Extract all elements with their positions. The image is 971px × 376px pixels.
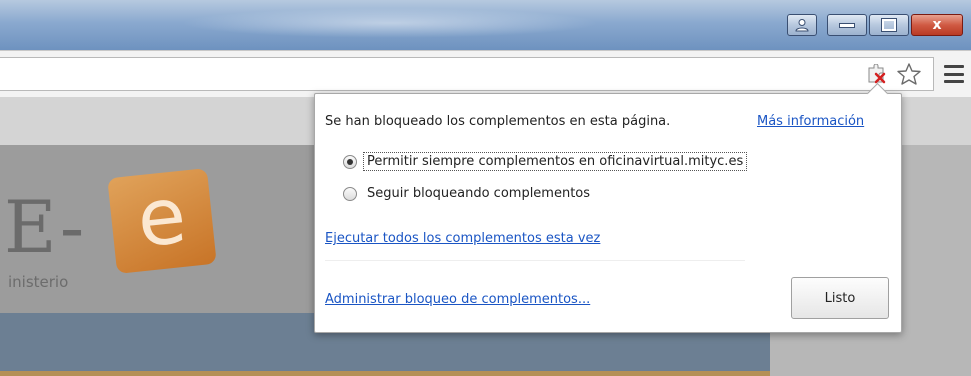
done-button[interactable]: Listo xyxy=(791,277,889,319)
menu-line xyxy=(944,80,964,83)
browser-toolbar xyxy=(0,50,971,98)
divider-line xyxy=(0,371,770,376)
minimize-button[interactable] xyxy=(827,14,867,36)
option-allow-always[interactable]: Permitir siempre complementos en oficina… xyxy=(343,152,748,171)
ministry-label: inisterio xyxy=(8,273,69,291)
window-controls: x xyxy=(787,14,963,36)
maximize-icon xyxy=(881,18,897,32)
address-bar[interactable] xyxy=(0,57,934,91)
radio-selected-dot xyxy=(347,158,353,165)
site-logo-text: E- xyxy=(4,185,87,269)
option-keep-blocking[interactable]: Seguir bloqueando complementos xyxy=(343,186,590,201)
option-allow-always-label: Permitir siempre complementos en oficina… xyxy=(363,152,748,171)
user-icon[interactable] xyxy=(787,14,817,36)
plugin-blocked-bubble: Se han bloqueado los complementos en est… xyxy=(314,82,902,333)
option-keep-blocking-label: Seguir bloqueando complementos xyxy=(367,186,591,201)
plugin-blocked-icon[interactable] xyxy=(866,63,888,84)
hamburger-menu-icon[interactable] xyxy=(944,65,964,83)
maximize-button[interactable] xyxy=(869,14,909,36)
manage-plugin-blocking-link[interactable]: Administrar bloqueo de complementos... xyxy=(325,292,590,307)
menu-line xyxy=(944,72,964,76)
menu-line xyxy=(944,65,964,68)
more-info-link[interactable]: Más información xyxy=(757,114,864,129)
site-logo-badge: e xyxy=(107,168,217,274)
bubble-title: Se han bloqueado los complementos en est… xyxy=(325,114,671,129)
radio-keep-blocking[interactable] xyxy=(343,186,357,201)
window-title-bar[interactable]: x xyxy=(0,0,971,50)
run-all-plugins-link[interactable]: Ejecutar todos los complementos esta vez xyxy=(325,231,600,246)
star-icon[interactable] xyxy=(896,62,922,86)
close-icon: x xyxy=(932,17,942,33)
user-glyph xyxy=(795,19,809,32)
radio-allow-always[interactable] xyxy=(343,154,357,169)
minimize-icon xyxy=(839,22,855,28)
close-button[interactable]: x xyxy=(911,14,963,36)
bubble-separator xyxy=(325,260,745,261)
